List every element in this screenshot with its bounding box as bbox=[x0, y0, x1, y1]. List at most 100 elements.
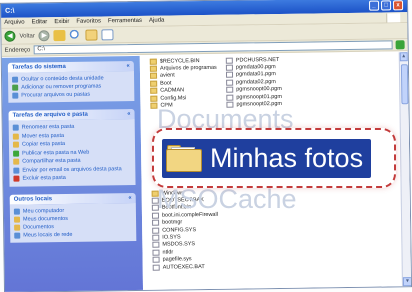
menu-favoritos[interactable]: Favoritos bbox=[76, 18, 101, 24]
menu-arquivo[interactable]: Arquivo bbox=[4, 20, 24, 26]
delete-icon bbox=[13, 175, 20, 182]
rename-icon bbox=[12, 124, 19, 131]
file-icon bbox=[152, 234, 160, 241]
move-icon bbox=[12, 133, 19, 140]
go-button[interactable] bbox=[395, 40, 405, 50]
web-icon bbox=[13, 150, 20, 157]
selected-folder-item[interactable]: Minhas fotos bbox=[162, 138, 372, 178]
documents-icon bbox=[13, 216, 21, 223]
file-icon bbox=[225, 64, 233, 71]
file-icon bbox=[152, 264, 160, 271]
up-folder-icon[interactable] bbox=[53, 29, 66, 42]
search-icon[interactable] bbox=[69, 29, 82, 41]
file-name: CADMAN bbox=[160, 87, 185, 94]
file-icon bbox=[225, 57, 233, 64]
address-label: Endereço bbox=[4, 46, 31, 54]
panel-body: Renomear esta pasta Mover esta pasta Cop… bbox=[8, 118, 136, 187]
file-icon bbox=[226, 79, 234, 86]
back-button[interactable]: ◀ bbox=[4, 30, 16, 42]
vertical-scrollbar[interactable]: ▲ ▼ bbox=[398, 52, 411, 287]
file-icon bbox=[152, 256, 160, 263]
network-icon bbox=[14, 232, 21, 239]
folder-icon bbox=[149, 58, 157, 65]
back-label[interactable]: Voltar bbox=[19, 33, 34, 39]
hide-icon bbox=[12, 76, 19, 83]
panel-system-tasks: Tarefas do sistema « Ocultar o conteúdo … bbox=[7, 60, 135, 103]
selected-folder-name: Minhas fotos bbox=[210, 142, 364, 173]
file-name: $RECYCLE.BIN bbox=[159, 57, 200, 65]
file-name: CONFIG.SYS bbox=[162, 226, 197, 234]
panel-file-folder-tasks: Tarefas de arquivo e pasta « Renomear es… bbox=[8, 108, 136, 187]
file-name: Boot bbox=[160, 80, 172, 87]
scroll-down-button[interactable]: ▼ bbox=[402, 277, 411, 287]
file-name: pgmsnoopt00.pgm bbox=[236, 86, 282, 93]
collapse-icon[interactable]: « bbox=[128, 195, 131, 201]
folder-icon bbox=[150, 80, 158, 87]
task-label: Renomear esta pasta bbox=[21, 123, 75, 131]
programs-icon bbox=[12, 84, 19, 91]
menu-ajuda[interactable]: Ajuda bbox=[149, 18, 164, 24]
panel-title: Outros locais bbox=[13, 195, 53, 203]
file-name: pgmsnoopt01.pgm bbox=[236, 93, 282, 101]
panel-title: Tarefas de arquivo e pasta bbox=[12, 111, 88, 119]
file-icon bbox=[226, 86, 234, 93]
folder-icon bbox=[149, 65, 157, 72]
file-name: pgmdata01.pgm bbox=[235, 71, 276, 79]
close-button[interactable]: x bbox=[392, 0, 404, 11]
zoom-callout: Minhas fotos bbox=[152, 128, 396, 188]
computer-icon bbox=[13, 208, 20, 215]
file-name: IO.SYS bbox=[162, 234, 181, 241]
file-name: AUTOEXEC.BAT bbox=[162, 263, 205, 271]
folders-icon[interactable] bbox=[85, 29, 98, 41]
panel-title: Tarefas do sistema bbox=[11, 63, 66, 71]
file-name: pagefile.sys bbox=[162, 256, 192, 263]
task-delete-folder[interactable]: Excluir esta pasta bbox=[13, 173, 131, 183]
panel-other-places: Outros locais « Meu computador Meus docu… bbox=[9, 192, 137, 243]
file-name: MSDOS.SYS bbox=[162, 241, 196, 249]
file-name: Config.Msi bbox=[160, 94, 187, 102]
scroll-up-button[interactable]: ▲ bbox=[399, 52, 408, 62]
maximize-button[interactable]: □ bbox=[381, 0, 392, 11]
minimize-button[interactable]: _ bbox=[369, 0, 380, 11]
forward-button[interactable]: ▶ bbox=[38, 30, 50, 42]
task-search-files[interactable]: Procurar arquivos ou pastas bbox=[12, 90, 130, 100]
file-name: PDCHUSRS.NET bbox=[235, 56, 280, 64]
folder-icon bbox=[14, 224, 21, 231]
collapse-icon[interactable]: « bbox=[127, 111, 130, 117]
task-email-files[interactable]: Enviar por email os arquivos desta pasta bbox=[13, 165, 131, 175]
file-icon bbox=[152, 219, 160, 227]
task-label: Procurar arquivos ou pastas bbox=[21, 91, 91, 99]
collapse-icon[interactable]: « bbox=[127, 63, 130, 69]
file-name: pgmdata00.pgm bbox=[235, 64, 276, 71]
place-network[interactable]: Meus locais de rede bbox=[14, 230, 132, 240]
file-column-2: PDCHUSRS.NET pgmdata00.pgm pgmdata01.pgm… bbox=[225, 56, 282, 109]
task-pane: Tarefas do sistema « Ocultar o conteúdo … bbox=[1, 55, 144, 292]
window-title: C:\ bbox=[5, 7, 15, 15]
file-name: ntldr bbox=[162, 249, 174, 256]
copy-icon bbox=[12, 141, 20, 148]
file-column-1-top: $RECYCLE.BIN Arquivos de programas avien… bbox=[149, 57, 218, 110]
views-icon[interactable] bbox=[101, 29, 114, 41]
windows-logo bbox=[386, 12, 401, 22]
folder-icon bbox=[150, 87, 158, 95]
background-folder-label-below: MSOCache bbox=[157, 184, 297, 214]
scroll-thumb[interactable] bbox=[400, 64, 409, 105]
file-icon bbox=[226, 94, 234, 101]
file-icon bbox=[225, 72, 234, 79]
mail-icon bbox=[13, 167, 20, 174]
share-icon bbox=[13, 158, 20, 165]
folder-icon bbox=[150, 95, 158, 102]
file-icon bbox=[152, 242, 160, 249]
file-icon bbox=[152, 249, 160, 256]
menu-exibir[interactable]: Exibir bbox=[54, 19, 69, 25]
panel-body: Ocultar o conteúdo desta unidade Adicion… bbox=[7, 70, 135, 103]
file-name: pgmdata02.pgm bbox=[236, 78, 276, 86]
panel-body: Meu computador Meus documentos Documento… bbox=[9, 202, 137, 243]
folder-icon bbox=[166, 144, 202, 172]
menu-editar[interactable]: Editar bbox=[32, 19, 48, 25]
file-name: avient bbox=[159, 72, 175, 80]
menu-ferramentas[interactable]: Ferramentas bbox=[108, 18, 142, 24]
list-item[interactable]: AUTOEXEC.BAT bbox=[152, 263, 219, 271]
file-icon bbox=[152, 227, 160, 234]
folder-icon bbox=[149, 73, 158, 80]
